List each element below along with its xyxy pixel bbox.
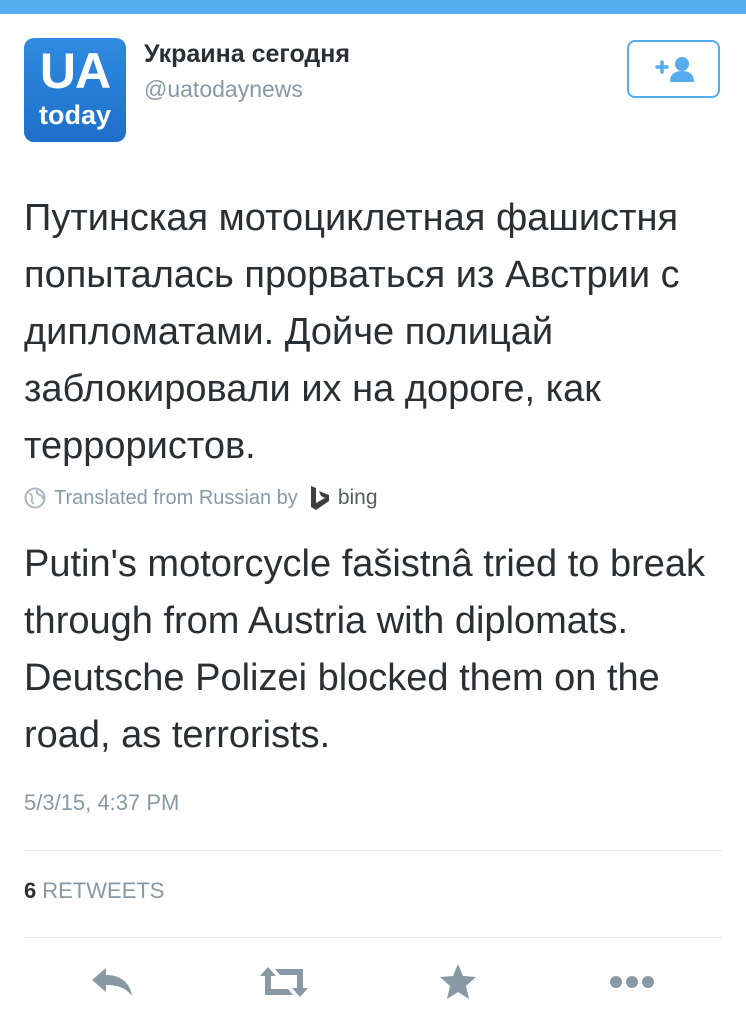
bing-label[interactable]: bing [338, 486, 378, 510]
avatar-text-ua: UA [39, 43, 111, 99]
follow-button[interactable] [627, 40, 720, 98]
star-icon [438, 963, 478, 1001]
reply-icon [88, 964, 136, 1000]
translation-note: Translated from Russian by bing [24, 482, 378, 514]
tweet-timestamp: 5/3/15, 4:37 PM [24, 790, 180, 815]
add-user-icon [651, 54, 697, 84]
translation-note-text: Translated from Russian by [54, 486, 298, 509]
retweet-label: RETWEETS [42, 878, 165, 903]
divider [24, 937, 722, 938]
tweet-text-original: Путинская мотоциклетная фашистня попытал… [24, 197, 680, 467]
more-icon [608, 974, 656, 990]
retweet-count: 6 [24, 878, 37, 903]
tweet-text-translated: Putin's motorcycle fašistnâ tried to bre… [24, 543, 705, 756]
author-handle[interactable]: @uatodaynews [144, 76, 303, 103]
retweets-stat[interactable]: 6 RETWEETS [24, 878, 164, 904]
retweet-icon [256, 964, 312, 1000]
avatar[interactable]: UA today [24, 38, 126, 142]
avatar-text-today: today [38, 100, 111, 130]
author-name[interactable]: Украина сегодня [144, 40, 350, 69]
globe-icon [24, 487, 46, 509]
bing-logo-icon [308, 485, 332, 511]
more-button[interactable] [602, 958, 662, 1006]
reply-button[interactable] [82, 958, 142, 1006]
top-accent-bar [0, 0, 746, 14]
retweet-button[interactable] [254, 958, 314, 1006]
divider [24, 850, 722, 851]
favorite-button[interactable] [428, 958, 488, 1006]
